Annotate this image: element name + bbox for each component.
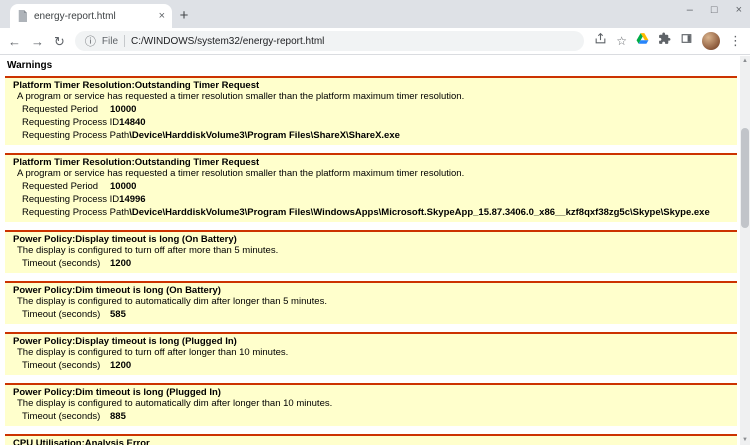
warning-box-display-timeout-battery: Power Policy:Display timeout is long (On… [5,230,737,273]
scroll-up-icon[interactable]: ▲ [740,56,750,66]
minimize-button[interactable]: – [687,5,693,16]
profile-avatar[interactable] [702,32,720,50]
maximize-button[interactable]: □ [711,5,718,16]
address-bar[interactable]: ⓘ File C:/WINDOWS/system32/energy-report… [74,31,585,51]
warning-field: Timeout (seconds) 585 [22,309,126,320]
warning-field: Requesting Process Path \Device\Harddisk… [22,207,710,218]
warning-field: Timeout (seconds) 885 [22,411,126,422]
close-button[interactable]: × [736,5,742,16]
vertical-scrollbar[interactable]: ▲ ▼ [740,56,750,445]
warning-title: CPU Utilisation:Analysis Error [13,438,150,445]
warning-title: Power Policy:Display timeout is long (Pl… [13,336,237,347]
warning-description: The display is configured to turn off af… [17,245,279,256]
browser-toolbar: ← → ↻ ⓘ File C:/WINDOWS/system32/energy-… [0,28,750,55]
url-scheme-label: File [101,35,119,47]
warning-description: The display is configured to automatical… [17,398,333,409]
url-separator [124,35,126,47]
forward-button[interactable]: → [31,35,44,48]
warning-description: The display is configured to turn off af… [17,347,289,358]
tab-close-icon[interactable]: × [159,10,165,22]
warning-field: Requested Period 10000 [22,181,137,192]
warning-field: Requested Period 10000 [22,104,137,115]
browser-window: energy-report.html × + – □ × ← → ↻ ⓘ Fil… [0,0,750,445]
warning-box-dim-timeout-battery: Power Policy:Dim timeout is long (On Bat… [5,281,737,324]
warning-description: A program or service has requested a tim… [17,168,465,179]
extensions-puzzle-icon[interactable] [658,32,671,50]
warning-title: Platform Timer Resolution:Outstanding Ti… [13,157,260,168]
reload-button[interactable]: ↻ [54,35,65,48]
page-favicon-icon [17,10,28,22]
warning-title: Power Policy:Display timeout is long (On… [13,234,237,245]
page-content: Warnings Platform Timer Resolution:Outst… [0,56,740,445]
warning-field: Requesting Process ID 14996 [22,194,146,205]
url-path: C:/WINDOWS/system32/energy-report.html [131,35,325,47]
warning-title: Power Policy:Dim timeout is long (Plugge… [13,387,221,398]
scroll-down-icon[interactable]: ▼ [740,435,750,445]
warning-box-timer-sharex: Platform Timer Resolution:Outstanding Ti… [5,76,737,145]
warning-description: A program or service has requested a tim… [17,91,465,102]
warning-title: Power Policy:Dim timeout is long (On Bat… [13,285,221,296]
warning-box-cpu-analysis-error: CPU Utilisation:Analysis Error Analysis … [5,434,737,445]
tab-strip: energy-report.html × + – □ × [0,0,750,28]
toolbar-actions: ☆ ⋮ [594,32,742,50]
warning-description: The display is configured to automatical… [17,296,327,307]
site-info-icon[interactable]: ⓘ [85,33,96,49]
warning-title: Platform Timer Resolution:Outstanding Ti… [13,80,260,91]
side-panel-icon[interactable] [680,32,693,50]
new-tab-button[interactable]: + [172,3,196,27]
browser-tab[interactable]: energy-report.html × [10,4,172,28]
warning-box-dim-timeout-pluggedin: Power Policy:Dim timeout is long (Plugge… [5,383,737,426]
warning-field: Requesting Process Path \Device\Harddisk… [22,130,400,141]
warning-box-display-timeout-pluggedin: Power Policy:Display timeout is long (Pl… [5,332,737,375]
bookmark-star-icon[interactable]: ☆ [616,35,627,47]
window-controls: – □ × [687,5,742,16]
back-button[interactable]: ← [8,35,21,48]
warning-field: Timeout (seconds) 1200 [22,258,132,269]
scrollbar-thumb[interactable] [741,128,749,228]
warning-field: Requesting Process ID 14840 [22,117,146,128]
tab-title: energy-report.html [34,10,116,22]
warnings-section-title: Warnings [7,60,53,71]
share-icon[interactable] [594,32,607,50]
drive-extension-icon[interactable] [636,32,649,50]
warning-box-timer-skype: Platform Timer Resolution:Outstanding Ti… [5,153,737,222]
browser-menu-icon[interactable]: ⋮ [729,33,742,49]
warning-field: Timeout (seconds) 1200 [22,360,132,371]
